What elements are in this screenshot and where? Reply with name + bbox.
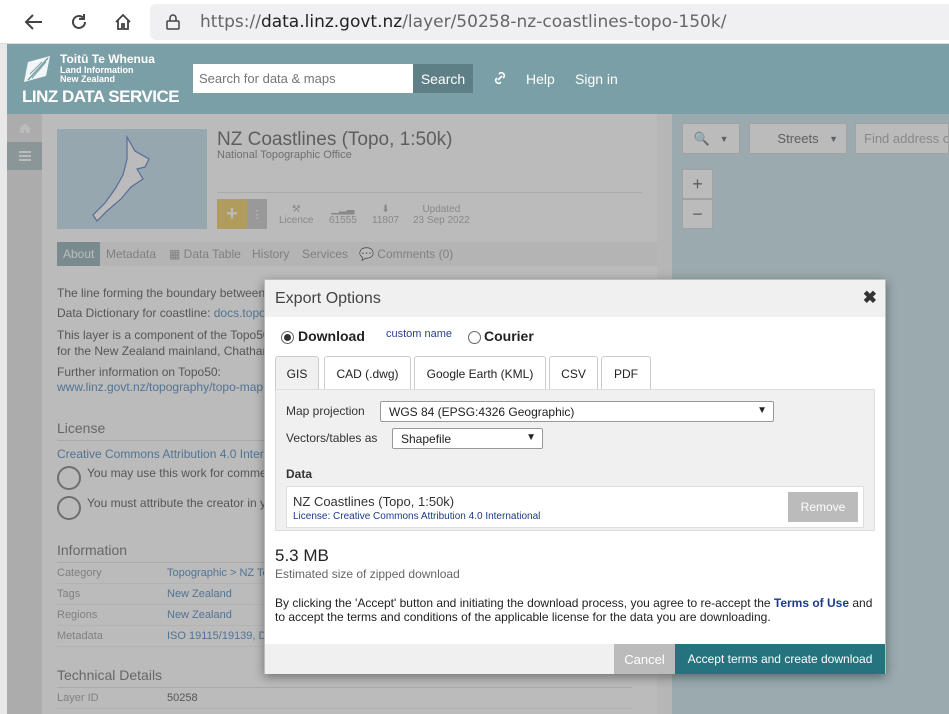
close-icon[interactable]: ✖ [863, 288, 877, 308]
terms-text: By clicking the 'Accept' button and init… [275, 596, 873, 624]
format-tabs: GIS CAD (.dwg) Google Earth (KML) CSV PD… [275, 356, 875, 390]
tab-pdf[interactable]: PDF [601, 356, 651, 390]
courier-label[interactable]: Courier [484, 328, 534, 344]
download-size: 5.3 MB [275, 546, 329, 565]
tab-kml[interactable]: Google Earth (KML) [414, 356, 546, 390]
download-size-caption: Estimated size of zipped download [275, 567, 460, 581]
logo-brand: LINZ DATA SERVICE [22, 87, 180, 106]
data-item: NZ Coastlines (Topo, 1:50k) License: Cre… [286, 486, 864, 528]
download-radio[interactable] [281, 331, 294, 344]
vectors-label: Vectors/tables as [286, 431, 378, 445]
link-icon[interactable] [493, 71, 507, 88]
tab-cad[interactable]: CAD (.dwg) [324, 356, 411, 390]
site-header: Toitū Te Whenua Land Information New Zeal… [7, 44, 949, 114]
browser-toolbar: https://data.linz.govt.nz/layer/50258-nz… [0, 0, 949, 44]
tab-gis[interactable]: GIS [275, 356, 319, 390]
back-icon[interactable] [20, 8, 48, 36]
data-item-license[interactable]: License: Creative Commons Attribution 4.… [293, 511, 540, 522]
data-label: Data [286, 467, 313, 481]
logo-line-2: Land Information New Zealand [60, 65, 134, 84]
chevron-down-icon: ▼ [526, 432, 536, 443]
search-input[interactable] [193, 64, 413, 93]
gis-options-panel: Map projection WGS 84 (EPSG:4326 Geograp… [275, 389, 875, 531]
projection-select[interactable]: WGS 84 (EPSG:4326 Geographic) ▼ [380, 401, 774, 422]
export-options-dialog: Export Options ✖ Download custom name Co… [264, 279, 886, 674]
reload-icon[interactable] [65, 8, 93, 36]
cancel-button[interactable]: Cancel [614, 644, 675, 674]
custom-name-link[interactable]: custom name [386, 328, 452, 340]
home-icon[interactable] [109, 8, 137, 36]
data-item-name: NZ Coastlines (Topo, 1:50k) [293, 494, 455, 509]
chevron-down-icon: ▼ [757, 405, 767, 416]
leaf-logo-icon [24, 56, 50, 82]
help-link[interactable]: Help [526, 71, 555, 87]
dialog-footer: Cancel Accept terms and create download [265, 644, 885, 674]
signin-link[interactable]: Sign in [575, 71, 618, 87]
logo-line-1: Toitū Te Whenua [60, 52, 155, 66]
window-edge [0, 44, 7, 714]
accept-download-button[interactable]: Accept terms and create download [675, 644, 885, 674]
lock-icon [166, 14, 180, 33]
courier-radio[interactable] [468, 331, 481, 344]
dialog-title: Export Options [275, 290, 381, 307]
download-label[interactable]: Download [298, 328, 365, 344]
vectors-format-select[interactable]: Shapefile ▼ [392, 428, 543, 449]
terms-of-use-link[interactable]: Terms of Use [774, 596, 849, 610]
remove-button[interactable]: Remove [788, 492, 858, 522]
address-bar[interactable]: https://data.linz.govt.nz/layer/50258-nz… [150, 4, 949, 40]
search-button[interactable]: Search [413, 64, 473, 93]
dialog-header: Export Options ✖ [265, 280, 885, 317]
projection-label: Map projection [286, 404, 365, 418]
tab-csv[interactable]: CSV [549, 356, 598, 390]
url-text: https://data.linz.govt.nz/layer/50258-nz… [200, 12, 727, 32]
